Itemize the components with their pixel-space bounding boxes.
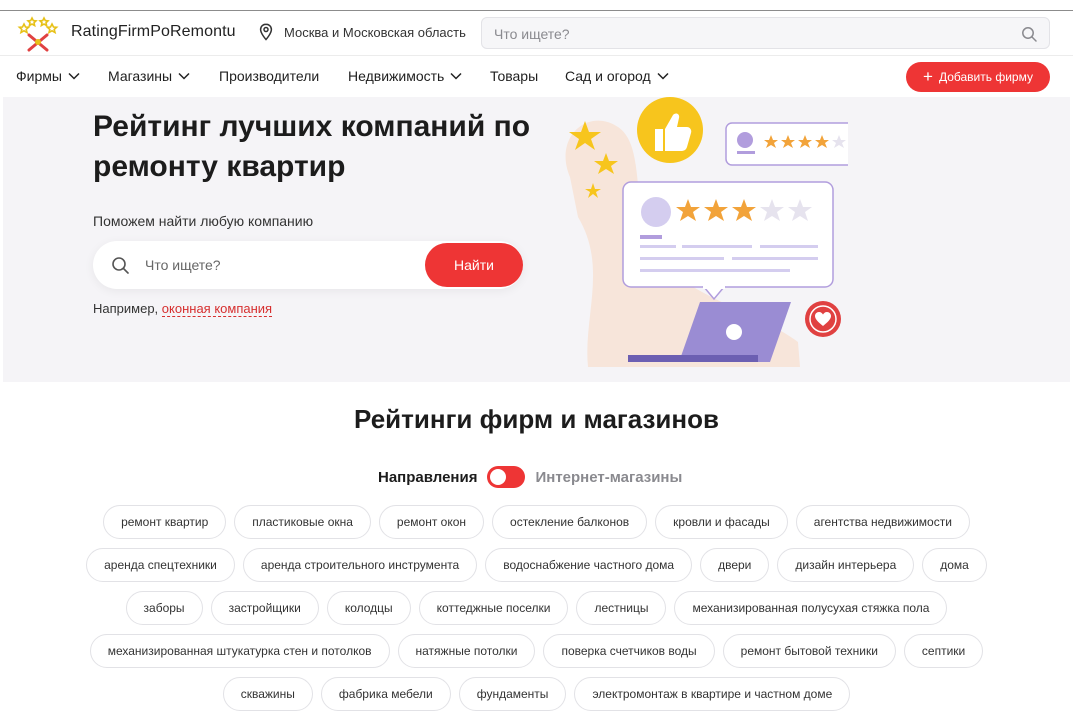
category-tag[interactable]: натяжные потолки [397, 634, 536, 668]
chevron-down-icon [657, 72, 669, 80]
header-search [481, 17, 1050, 49]
nav-item-real-estate[interactable]: Недвижимость [348, 68, 462, 84]
nav-item-label: Фирмы [16, 68, 62, 84]
example-prefix: Например, [93, 301, 159, 316]
toggle-label-online-shops[interactable]: Интернет-магазины [535, 469, 682, 486]
hero-search-input[interactable] [145, 255, 415, 275]
search-example: Например, оконная компания [93, 301, 273, 317]
category-tag[interactable]: ремонт бытовой техники [722, 634, 896, 668]
section-title: Рейтинги фирм и магазинов [354, 404, 719, 434]
search-icon [112, 257, 129, 274]
nav-item-label: Сад и огород [565, 68, 651, 84]
toggle-label-directions[interactable]: Направления [378, 469, 477, 486]
hero-search: Найти [93, 241, 523, 289]
reviews-illustration [565, 97, 848, 367]
hero-section: Рейтинг лучших компаний по ремонту кварт… [3, 97, 1070, 382]
main-nav: Фирмы Магазины Производители Недвижимост… [0, 55, 1073, 97]
plus-icon: + [923, 66, 933, 86]
logo-icon[interactable] [16, 15, 60, 53]
search-icon[interactable] [1021, 26, 1037, 42]
category-tag[interactable]: электромонтаж в квартире и частном доме [574, 677, 851, 711]
category-tag[interactable]: коттеджные поселки [418, 591, 569, 625]
nav-item-manufacturers[interactable]: Производители [219, 68, 319, 84]
category-tag[interactable]: заборы [125, 591, 203, 625]
nav-item-label: Производители [219, 68, 320, 84]
category-tag[interactable]: дома [922, 548, 987, 582]
brand-name[interactable]: RatingFirmPoRemontu [71, 23, 236, 41]
category-tag[interactable]: механизированная штукатурка стен и потол… [89, 634, 390, 668]
add-firm-button[interactable]: + Добавить фирму [906, 62, 1050, 92]
category-tag[interactable]: остекление балконов [492, 505, 648, 539]
location-selector[interactable]: Москва и Московская область [284, 25, 466, 40]
nav-item-goods[interactable]: Товары [490, 68, 538, 84]
nav-item-label: Недвижимость [348, 68, 445, 84]
category-tag[interactable]: агентства недвижимости [795, 505, 970, 539]
category-tag[interactable]: дизайн интерьера [777, 548, 915, 582]
add-firm-label: Добавить фирму [938, 70, 1033, 84]
category-tag[interactable]: водоснабжение частного дома [485, 548, 693, 582]
find-button[interactable]: Найти [425, 243, 523, 287]
category-tag[interactable]: кровли и фасады [655, 505, 788, 539]
category-tags: ремонт квартир пластиковые окна ремонт око… [60, 505, 1013, 711]
category-tag[interactable]: механизированная полусухая стяжка пола [674, 591, 948, 625]
category-tag[interactable]: скважины [222, 677, 313, 711]
category-tag[interactable]: фабрика мебели [320, 677, 451, 711]
hero-subtitle: Поможем найти любую компанию [93, 213, 314, 229]
chevron-down-icon [68, 72, 80, 80]
category-tag[interactable]: аренда спецтехники [86, 548, 235, 582]
nav-item-label: Товары [490, 68, 539, 84]
category-tag[interactable]: аренда строительного инструмента [242, 548, 478, 582]
nav-item-label: Магазины [108, 68, 173, 84]
category-tag[interactable]: фундаменты [458, 677, 567, 711]
chevron-down-icon [178, 72, 190, 80]
nav-item-shops[interactable]: Магазины [108, 68, 190, 84]
chevron-down-icon [450, 72, 462, 80]
example-link[interactable]: оконная компания [161, 301, 273, 317]
category-tag[interactable]: застройщики [210, 591, 319, 625]
nav-item-garden[interactable]: Сад и огород [565, 68, 669, 84]
nav-item-firms[interactable]: Фирмы [16, 68, 80, 84]
category-tag[interactable]: септики [903, 634, 984, 668]
location-pin-icon[interactable] [258, 23, 274, 41]
header-search-input[interactable] [494, 24, 994, 44]
category-tag[interactable]: пластиковые окна [234, 505, 371, 539]
category-tag[interactable]: колодцы [326, 591, 411, 625]
category-tag[interactable]: ремонт окон [378, 505, 485, 539]
category-tag[interactable]: ремонт квартир [103, 505, 227, 539]
category-tag[interactable]: двери [700, 548, 770, 582]
catalog-toggle: Направления Интернет-магазины [378, 465, 682, 489]
switch-knob [490, 469, 507, 485]
category-tag[interactable]: лестницы [576, 591, 667, 625]
catalog-switch[interactable] [487, 466, 526, 488]
page-title: Рейтинг лучших компаний по ремонту кварт… [93, 110, 531, 183]
category-tag[interactable]: поверка счетчиков воды [543, 634, 715, 668]
header: RatingFirmPoRemontu Москва и Московская … [0, 11, 1073, 55]
